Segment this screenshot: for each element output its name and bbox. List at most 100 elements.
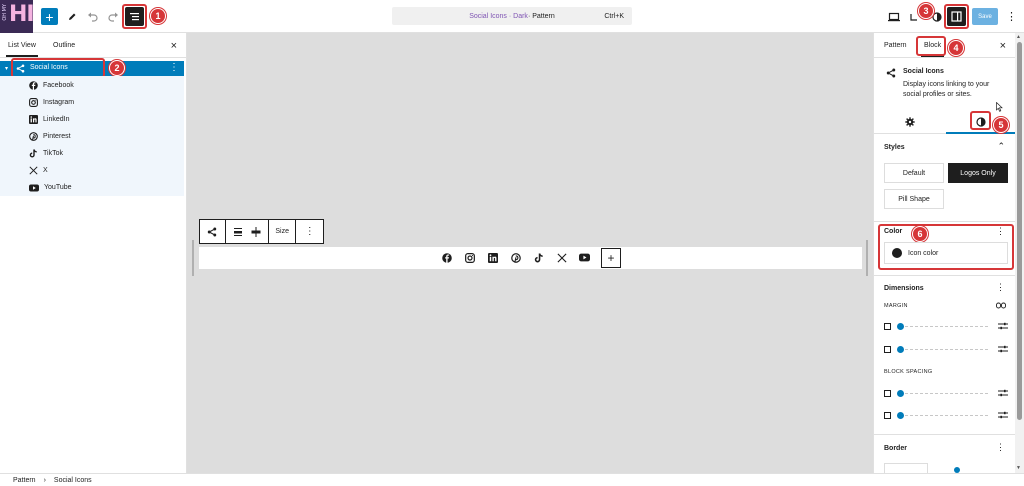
- social-icons-block[interactable]: [199, 247, 862, 269]
- slider-handle[interactable]: [897, 390, 904, 397]
- style-option-pill-shape[interactable]: Pill Shape: [884, 189, 944, 209]
- social-link-x[interactable]: [556, 252, 567, 263]
- block-toolbar: Size ⋮: [199, 219, 324, 244]
- alignment-controls: [226, 220, 269, 243]
- settings-sliders-icon[interactable]: [998, 344, 1008, 354]
- settings-sliders-icon[interactable]: [998, 321, 1008, 331]
- style-option-logos-only[interactable]: Logos Only: [948, 163, 1008, 183]
- slider-handle[interactable]: [897, 412, 904, 419]
- list-item-linkedin[interactable]: LinkedIn: [29, 112, 69, 127]
- border-color-control[interactable]: [884, 463, 928, 473]
- block-options-button[interactable]: ⋮: [296, 220, 323, 243]
- logo-small-text: OH MY: [2, 4, 8, 21]
- external-icon: [909, 13, 917, 21]
- list-item-label: Pinterest: [43, 133, 71, 140]
- options-menu-button[interactable]: ⋮: [1003, 8, 1020, 25]
- slider-handle[interactable]: [897, 323, 904, 330]
- tab-settings[interactable]: [904, 116, 916, 128]
- block-switcher-button[interactable]: [200, 220, 226, 243]
- justify-space-icon[interactable]: [251, 226, 261, 237]
- list-view-tabs: List View Outline ×: [0, 33, 186, 58]
- list-item-label: Facebook: [43, 82, 74, 89]
- command-context: · Pattern: [527, 12, 555, 20]
- undo-button[interactable]: [84, 8, 101, 25]
- style-option-default[interactable]: Default: [884, 163, 944, 183]
- active-tab-indicator: [946, 132, 1015, 134]
- more-vertical-icon[interactable]: ⋮: [169, 62, 179, 73]
- tools-button[interactable]: [63, 8, 80, 25]
- side-horizontal-icon: [884, 346, 891, 353]
- youtube-icon: [579, 253, 590, 262]
- device-preview-button[interactable]: [885, 8, 902, 25]
- editor-header: OH MY HI + 1 Social Icons · Dark · Patte…: [0, 0, 1024, 33]
- share-icon: [886, 68, 896, 78]
- tab-list-view[interactable]: List View: [6, 42, 38, 57]
- more-vertical-icon[interactable]: ⋮: [996, 282, 1005, 293]
- justify-center-icon[interactable]: [233, 227, 243, 237]
- breadcrumb-item-pattern[interactable]: Pattern: [13, 477, 36, 484]
- list-item-x[interactable]: X: [29, 163, 48, 178]
- facebook-icon: [441, 252, 452, 263]
- list-item-pinterest[interactable]: Pinterest: [29, 129, 71, 144]
- slider-handle[interactable]: [897, 346, 904, 353]
- social-link-linkedin[interactable]: [487, 252, 498, 263]
- breadcrumb-item-social-icons[interactable]: Social Icons: [54, 477, 92, 484]
- divider: [874, 221, 1015, 222]
- x-icon: [29, 166, 38, 175]
- settings-sliders-icon[interactable]: [998, 388, 1008, 398]
- slider-track[interactable]: [900, 415, 988, 416]
- sidebar-scrollbar[interactable]: ▲ ▼: [1015, 33, 1024, 473]
- redo-icon: [108, 12, 118, 22]
- close-icon[interactable]: ×: [1000, 40, 1006, 52]
- scroll-down-icon[interactable]: ▼: [1016, 465, 1021, 471]
- more-vertical-icon[interactable]: ⋮: [996, 226, 1005, 237]
- linkedin-icon: [487, 252, 498, 263]
- resize-handle-right[interactable]: [866, 240, 868, 276]
- margin-left-right-control[interactable]: [884, 345, 1008, 355]
- list-item-instagram[interactable]: Instagram: [29, 95, 74, 110]
- linkedin-icon: [29, 115, 38, 124]
- block-spacing-vertical-control[interactable]: [884, 389, 1008, 399]
- social-link-facebook[interactable]: [441, 252, 452, 263]
- icon-color-label: Icon color: [908, 249, 939, 257]
- redo-button[interactable]: [105, 8, 122, 25]
- scroll-up-icon[interactable]: ▲: [1016, 34, 1021, 40]
- side-vertical-icon: [884, 390, 891, 397]
- size-button[interactable]: Size: [269, 220, 297, 243]
- social-link-instagram[interactable]: [464, 252, 475, 263]
- command-title: Social Icons · Dark: [469, 12, 528, 20]
- block-spacing-horizontal-control[interactable]: [884, 411, 1008, 421]
- social-link-youtube[interactable]: [579, 252, 590, 263]
- save-button[interactable]: Save: [972, 8, 998, 25]
- more-vertical-icon[interactable]: ⋮: [996, 442, 1005, 453]
- chevron-up-icon[interactable]: ⌃: [997, 141, 1005, 152]
- social-link-tiktok[interactable]: [533, 252, 544, 263]
- block-inserter-button[interactable]: +: [41, 8, 58, 25]
- tab-outline[interactable]: Outline: [53, 42, 75, 49]
- step-badge-4: 4: [948, 40, 964, 56]
- highlight-box-2: [11, 58, 105, 78]
- add-social-link-button[interactable]: +: [601, 248, 621, 268]
- icon-color-control[interactable]: Icon color: [884, 242, 1008, 264]
- margin-top-control[interactable]: [884, 322, 1008, 332]
- list-item-label: X: [43, 167, 48, 174]
- resize-handle-left[interactable]: [192, 240, 194, 276]
- command-palette-bar[interactable]: Social Icons · Dark · Pattern Ctrl+K: [392, 7, 632, 25]
- pencil-icon: [68, 13, 75, 20]
- close-icon[interactable]: ×: [171, 40, 177, 52]
- block-spacing-label: BLOCK SPACING: [884, 369, 933, 375]
- list-item-facebook[interactable]: Facebook: [29, 78, 74, 93]
- list-item-youtube[interactable]: YouTube: [29, 180, 72, 195]
- plus-icon: +: [45, 8, 54, 25]
- slider-track[interactable]: [900, 349, 988, 350]
- list-item-tiktok[interactable]: TikTok: [29, 146, 63, 161]
- chevron-down-icon[interactable]: ▾: [5, 65, 8, 72]
- social-link-pinterest[interactable]: [510, 252, 521, 263]
- slider-track[interactable]: [900, 326, 988, 327]
- tab-pattern[interactable]: Pattern: [884, 42, 907, 49]
- site-logo[interactable]: OH MY HI: [0, 0, 33, 33]
- link-icon[interactable]: [996, 302, 1006, 309]
- slider-track[interactable]: [900, 393, 988, 394]
- settings-sliders-icon[interactable]: [998, 410, 1008, 420]
- scrollbar-thumb[interactable]: [1017, 42, 1022, 420]
